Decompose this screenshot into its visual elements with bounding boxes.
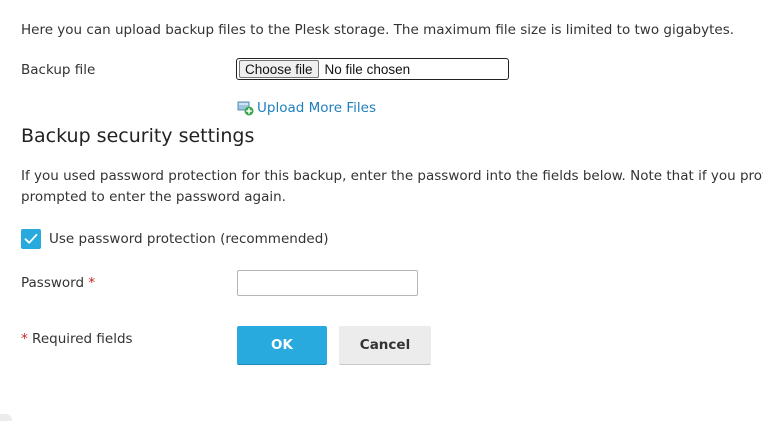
password-protection-toggle[interactable]: Use password protection (recommended)	[21, 229, 329, 249]
corner-scroll-handle	[0, 414, 12, 421]
password-protection-label: Use password protection (recommended)	[49, 231, 329, 247]
required-note-star: *	[21, 331, 28, 347]
file-status-text: No file chosen	[324, 61, 411, 77]
check-icon	[24, 233, 38, 244]
intro-text: Here you can upload backup files to the …	[21, 22, 735, 38]
upload-add-icon	[237, 100, 254, 116]
required-note-text: Required fields	[32, 331, 133, 347]
upload-more-files-label: Upload More Files	[257, 100, 376, 116]
section-title: Backup security settings	[21, 125, 255, 147]
required-fields-note: * Required fields	[21, 331, 133, 347]
password-protection-checkbox[interactable]	[21, 229, 41, 249]
backup-file-label: Backup file	[21, 62, 96, 78]
upload-more-files-link[interactable]: Upload More Files	[237, 100, 376, 116]
security-description: If you used password protection for this…	[21, 166, 763, 208]
backup-upload-form: Here you can upload backup files to the …	[0, 0, 763, 421]
security-description-line-2: prompted to enter the password again.	[21, 189, 286, 205]
cancel-button[interactable]: Cancel	[339, 326, 431, 365]
password-label: Password *	[21, 275, 95, 291]
required-star: *	[88, 275, 96, 291]
password-label-text: Password	[21, 275, 85, 291]
security-description-line-1: If you used password protection for this…	[21, 168, 763, 184]
choose-file-button[interactable]: Choose file	[239, 60, 319, 78]
ok-button[interactable]: OK	[237, 326, 327, 365]
backup-file-input[interactable]: Choose file No file chosen	[236, 58, 509, 80]
password-input[interactable]	[237, 270, 418, 296]
